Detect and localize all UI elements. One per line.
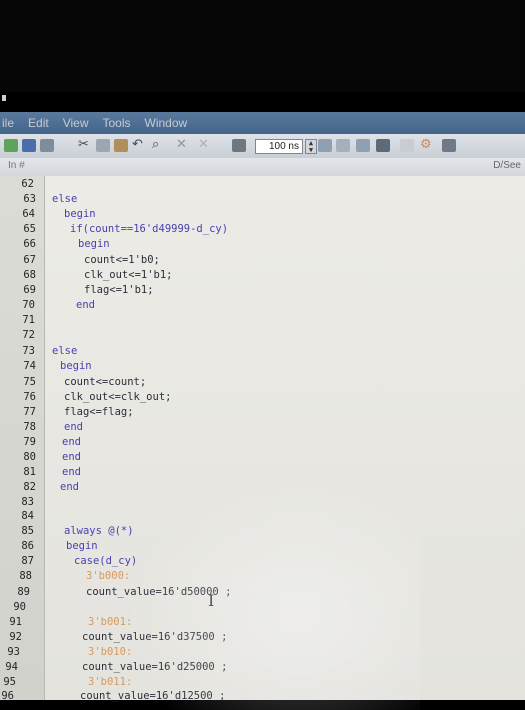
line-number: 64	[22, 208, 35, 220]
code-line[interactable]: case(d_cy)	[74, 555, 137, 567]
menu-file[interactable]: ile	[2, 116, 14, 130]
code-line[interactable]: begin	[78, 238, 110, 250]
code-line[interactable]: begin	[64, 208, 96, 220]
back-arrow-icon[interactable]	[4, 139, 18, 152]
system-mark	[2, 95, 6, 101]
line-number: 72	[22, 329, 35, 341]
line-number: 79	[23, 436, 36, 448]
code-line[interactable]: count_value=16'd12500 ;	[80, 690, 225, 702]
line-number: 85	[21, 525, 34, 537]
find-icon[interactable]: ⌕	[152, 137, 159, 152]
line-number: 65	[23, 223, 36, 235]
line-number: 96	[1, 690, 14, 702]
line-number: 68	[23, 269, 36, 281]
print-icon[interactable]	[40, 139, 54, 152]
line-number: 87	[21, 555, 34, 567]
line-number: 70	[22, 299, 35, 311]
copy-icon[interactable]	[96, 139, 110, 152]
menu-edit[interactable]: Edit	[28, 116, 49, 130]
menu-window[interactable]: Window	[145, 116, 188, 130]
code-line[interactable]: end	[76, 299, 95, 311]
menu-bar: ile Edit View Tools Window	[0, 112, 525, 134]
restart-icon[interactable]	[376, 139, 390, 152]
cut-icon[interactable]: ✂	[78, 137, 89, 152]
paste-icon[interactable]	[114, 139, 128, 152]
line-number: 76	[23, 391, 36, 403]
line-number: 71	[22, 314, 35, 326]
line-number: 69	[23, 284, 36, 296]
page-label: D/See	[493, 160, 521, 171]
path-bar: In # D/See	[0, 158, 525, 177]
save-icon[interactable]	[22, 139, 36, 152]
code-line[interactable]: count<=count;	[64, 376, 146, 388]
line-number: 82	[23, 481, 36, 493]
menu-view[interactable]: View	[63, 116, 89, 130]
run-length-field[interactable]: 100 ns	[255, 139, 303, 154]
code-line[interactable]: end	[62, 451, 81, 463]
line-number: 89	[17, 586, 30, 598]
text-cursor-icon: I	[208, 591, 215, 610]
line-number: 84	[21, 510, 34, 522]
photo-dark-area	[0, 0, 525, 92]
line-number: 75	[23, 376, 36, 388]
line-number: 78	[23, 421, 36, 433]
code-line[interactable]: 3'b011:	[88, 676, 132, 688]
line-number: 66	[23, 238, 36, 250]
line-number: 83	[21, 496, 34, 508]
stop-icon[interactable]	[400, 139, 414, 152]
code-line[interactable]: begin	[66, 540, 98, 552]
line-number: 91	[9, 616, 22, 628]
code-line[interactable]: count_value=16'd37500 ;	[82, 631, 227, 643]
code-line[interactable]: end	[60, 481, 79, 493]
line-number: 94	[5, 661, 18, 673]
code-line[interactable]: else	[52, 193, 77, 205]
line-number: 77	[23, 406, 36, 418]
debug-icon[interactable]: ⚙	[420, 137, 432, 152]
code-line[interactable]: clk_out<=clk_out;	[64, 391, 171, 403]
run-length-spinner[interactable]: ▲ ▼	[305, 139, 317, 154]
line-number: 81	[23, 466, 36, 478]
line-number: 86	[21, 540, 34, 552]
clear-icon[interactable]: ✕	[176, 137, 187, 152]
code-line[interactable]: end	[62, 436, 81, 448]
code-line[interactable]: begin	[60, 360, 92, 372]
settings-icon[interactable]	[442, 139, 456, 152]
code-line[interactable]: always @(*)	[64, 525, 134, 537]
step-icon[interactable]	[232, 139, 246, 152]
line-number: 88	[19, 570, 32, 582]
code-line[interactable]: count_value=16'd25000 ;	[82, 661, 227, 673]
line-number: 63	[23, 193, 36, 205]
line-number: 74	[23, 360, 36, 372]
line-number: 73	[22, 345, 35, 357]
code-line[interactable]: clk_out<=1'b1;	[84, 269, 173, 281]
line-number: 95	[3, 676, 16, 688]
code-line[interactable]: flag<=flag;	[64, 406, 134, 418]
continue-icon[interactable]	[356, 139, 370, 152]
break-icon[interactable]	[336, 139, 350, 152]
close-icon[interactable]: ✕	[198, 137, 209, 152]
code-line[interactable]: count<=1'b0;	[84, 254, 160, 266]
line-number: 93	[7, 646, 20, 658]
run-icon[interactable]	[318, 139, 332, 152]
code-line[interactable]: end	[64, 421, 83, 433]
line-number: 92	[9, 631, 22, 643]
line-number: 67	[23, 254, 36, 266]
code-line[interactable]: else	[52, 345, 77, 357]
code-line[interactable]: 3'b000:	[86, 570, 130, 582]
code-line[interactable]: if(count==16'd49999-d_cy)	[70, 223, 228, 235]
code-line[interactable]: end	[62, 466, 81, 478]
code-line[interactable]: 3'b010:	[88, 646, 132, 658]
line-number: 62	[21, 178, 34, 190]
undo-icon[interactable]: ↶	[132, 137, 143, 152]
path-label: In #	[8, 160, 25, 171]
code-line[interactable]: 3'b001:	[88, 616, 132, 628]
line-number: 80	[23, 451, 36, 463]
menu-tools[interactable]: Tools	[103, 116, 131, 130]
code-line[interactable]: flag<=1'b1;	[84, 284, 154, 296]
line-number: 90	[13, 601, 26, 613]
